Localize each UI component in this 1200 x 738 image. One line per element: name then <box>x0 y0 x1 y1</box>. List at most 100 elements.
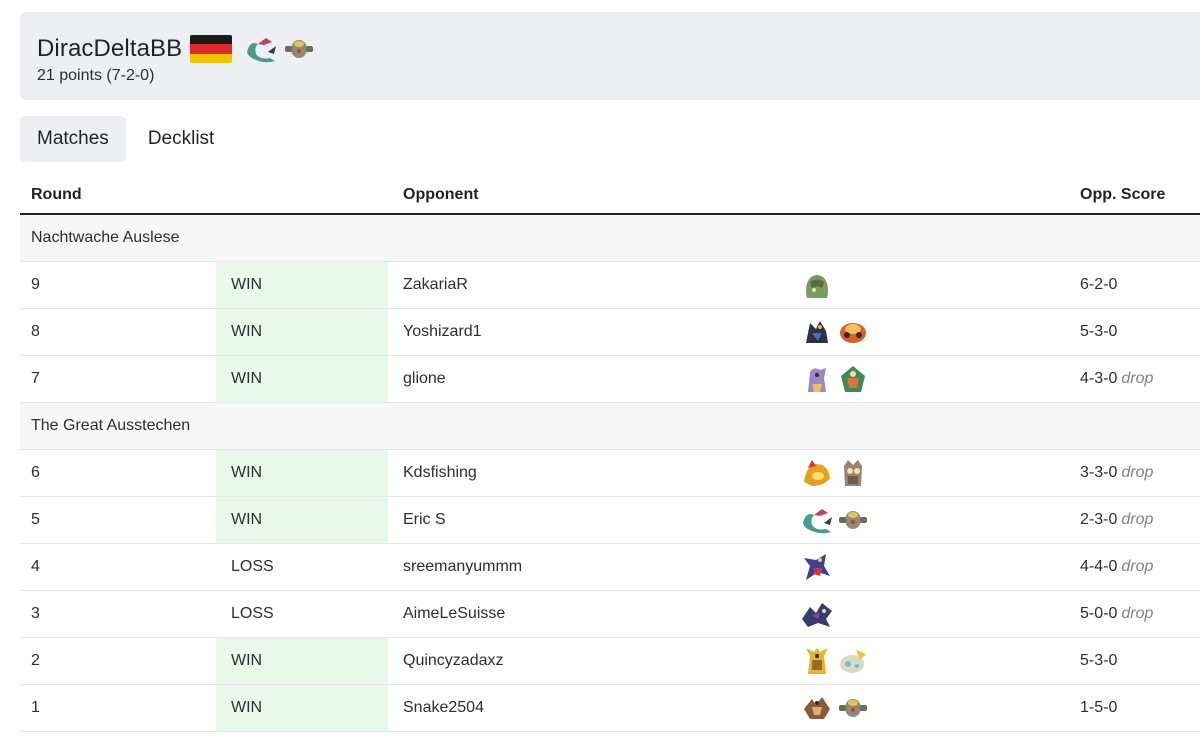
table-row[interactable]: 1 WIN Snake2504 1-5-0 <box>20 684 1200 732</box>
match-result: WIN <box>216 355 388 403</box>
opponent-deck[interactable] <box>786 261 1067 309</box>
dragapult-icon <box>244 32 278 66</box>
player-deck-icons <box>244 32 316 66</box>
dusknoir-icon <box>836 691 870 725</box>
opponent-name[interactable]: Kdsfishing <box>388 449 786 497</box>
drop-label: drop <box>1121 463 1154 481</box>
flag-stripe-black <box>190 35 233 45</box>
match-result: WIN <box>216 496 388 544</box>
player-title-line: DiracDeltaBB <box>37 32 316 66</box>
brown-pokemon-icon <box>800 691 834 725</box>
matches-body: Nachtwache Auslese 9 WIN ZakariaR 6-2-0 8 WIN Y… <box>20 214 1200 732</box>
table-row[interactable]: 6 WIN Kdsfishing 3-3-0 drop <box>20 449 1200 497</box>
table-row[interactable]: 4 LOSS sreemanyummm 4-4-0 drop <box>20 543 1200 591</box>
player-header: DiracDeltaBB 21 points (7-2-0) <box>20 12 1200 100</box>
fire-pokemon-icon <box>836 315 870 349</box>
tab-bar: Matches Decklist <box>20 116 231 162</box>
opponent-header: Opponent <box>388 176 1067 215</box>
drop-label: drop <box>1121 604 1154 622</box>
table-row[interactable]: 8 WIN Yoshizard1 5-3-0 <box>20 308 1200 356</box>
opponent-name[interactable]: sreemanyummm <box>388 543 786 591</box>
dusknoir-icon <box>282 32 316 66</box>
table-row[interactable]: 2 WIN Quincyzadaxz 5-3-0 <box>20 637 1200 685</box>
table-row[interactable]: 7 WIN glione 4-3-0 drop <box>20 355 1200 403</box>
opp-score-cell: 5-3-0 <box>1066 637 1200 685</box>
table-row[interactable]: 3 LOSS AimeLeSuisse 5-0-0 drop <box>20 590 1200 638</box>
deck-sprites <box>800 268 1066 302</box>
opponent-deck[interactable] <box>786 637 1067 685</box>
deck-sprites <box>800 362 1066 396</box>
opponent-name[interactable]: Yoshizard1 <box>388 308 786 356</box>
flag-stripe-red <box>190 44 233 54</box>
opponent-deck[interactable] <box>786 449 1067 497</box>
opp-score-cell: 6-2-0 <box>1066 261 1200 309</box>
garchomp-pokemon-icon <box>800 550 834 584</box>
opponent-deck[interactable] <box>786 684 1067 732</box>
opponent-deck[interactable] <box>786 543 1067 591</box>
tab-decklist[interactable]: Decklist <box>131 116 232 162</box>
round-number: 9 <box>20 261 216 309</box>
opponent-name[interactable]: glione <box>388 355 786 403</box>
opp-score: 5-3-0 <box>1080 322 1118 340</box>
round-number: 7 <box>20 355 216 403</box>
alakazam-pokemon-icon <box>800 644 834 678</box>
player-record: 21 points (7-2-0) <box>37 67 155 84</box>
round-section-row: The Great Ausstechen <box>20 402 1200 450</box>
table-row[interactable]: 5 WIN Eric S 2-3-0 drop <box>20 496 1200 544</box>
dusknoir-icon <box>836 503 870 537</box>
opp-score: 4-3-0 <box>1080 369 1118 387</box>
opponent-name[interactable]: AimeLeSuisse <box>388 590 786 638</box>
electric-pokemon-icon <box>836 644 870 678</box>
flag-stripe-gold <box>190 53 233 63</box>
opp-score-cell: 4-4-0 drop <box>1066 543 1200 591</box>
round-section-row: Nachtwache Auslese <box>20 214 1200 262</box>
round-number: 4 <box>20 543 216 591</box>
opponent-name[interactable]: ZakariaR <box>388 261 786 309</box>
deck-sprites <box>800 691 1066 725</box>
result-header <box>216 176 388 215</box>
opp-score-cell: 2-3-0 drop <box>1066 496 1200 544</box>
deck-sprites <box>800 550 1066 584</box>
opponent-name[interactable]: Quincyzadaxz <box>388 637 786 685</box>
opp-score: 6-2-0 <box>1080 275 1118 293</box>
opp-score: 1-5-0 <box>1080 698 1118 716</box>
match-result: WIN <box>216 261 388 309</box>
opponent-name[interactable]: Snake2504 <box>388 684 786 732</box>
opp-score: 5-3-0 <box>1080 651 1118 669</box>
match-result: LOSS <box>216 543 388 591</box>
drop-label: drop <box>1121 557 1154 575</box>
round-header: Round <box>20 176 216 215</box>
round-number: 2 <box>20 637 216 685</box>
opponent-deck[interactable] <box>786 355 1067 403</box>
round-number: 5 <box>20 496 216 544</box>
opponent-deck[interactable] <box>786 308 1067 356</box>
table-row[interactable]: 9 WIN ZakariaR 6-2-0 <box>20 261 1200 309</box>
drop-label: drop <box>1121 510 1154 528</box>
grass-pokemon-icon <box>836 362 870 396</box>
round-number: 1 <box>20 684 216 732</box>
match-result: WIN <box>216 684 388 732</box>
green-rock-pokemon-icon <box>800 268 834 302</box>
opponent-deck[interactable] <box>786 590 1067 638</box>
match-result: WIN <box>216 449 388 497</box>
opp-score: 5-0-0 <box>1080 604 1118 622</box>
section-title: The Great Ausstechen <box>20 402 1200 450</box>
opponent-name[interactable]: Eric S <box>388 496 786 544</box>
opp-score-cell: 4-3-0 drop <box>1066 355 1200 403</box>
opp-score: 2-3-0 <box>1080 510 1118 528</box>
dark-dragon-pokemon-icon <box>800 597 834 631</box>
drop-label: drop <box>1121 369 1154 387</box>
player-name[interactable]: DiracDeltaBB <box>37 35 182 63</box>
opp-score-cell: 5-3-0 <box>1066 308 1200 356</box>
matches-table: Round Opponent Opp. Score Nachtwache Aus… <box>20 176 1200 732</box>
round-number: 3 <box>20 590 216 638</box>
opp-score-cell: 5-0-0 drop <box>1066 590 1200 638</box>
opp-score-cell: 1-5-0 <box>1066 684 1200 732</box>
opponent-deck[interactable] <box>786 496 1067 544</box>
table-header-row: Round Opponent Opp. Score <box>20 176 1200 215</box>
fire-fox-pokemon-icon <box>800 456 834 490</box>
tab-matches[interactable]: Matches <box>20 116 126 162</box>
round-number: 6 <box>20 449 216 497</box>
owl-pokemon-icon <box>836 456 870 490</box>
match-result: LOSS <box>216 590 388 638</box>
